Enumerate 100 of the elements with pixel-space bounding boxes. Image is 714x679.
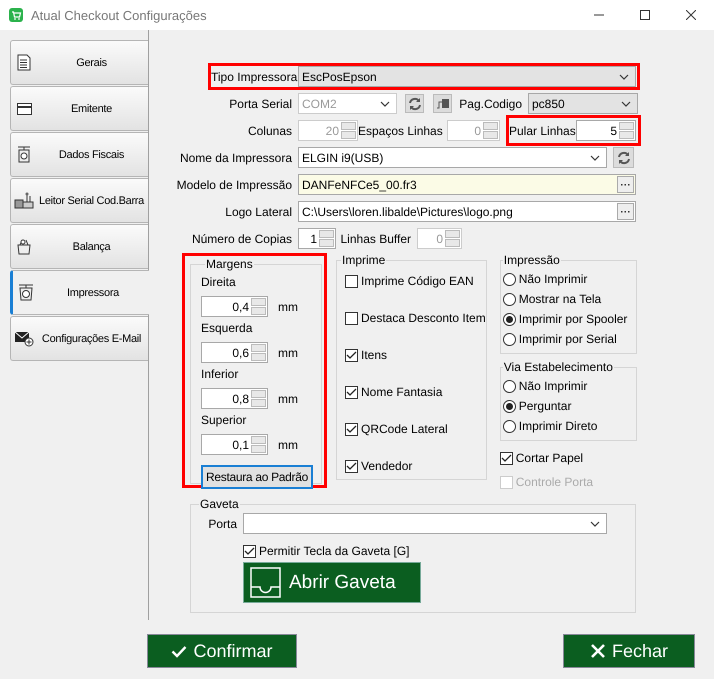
radio-button[interactable] bbox=[502, 332, 516, 346]
spin-arrows-icon bbox=[483, 122, 498, 139]
checkbox-label: Destaca Desconto Item bbox=[361, 311, 486, 325]
close-icon bbox=[590, 643, 606, 659]
logo-path-field[interactable]: C:\Users\loren.libalde\Pictures\logo.png bbox=[298, 201, 636, 222]
spin-arrows-icon bbox=[445, 230, 460, 247]
drawer-icon bbox=[250, 567, 281, 598]
checkbox[interactable] bbox=[345, 422, 358, 436]
basket-icon bbox=[16, 238, 32, 255]
radio-button[interactable] bbox=[502, 292, 516, 306]
spin-arrows-icon bbox=[619, 122, 634, 139]
card-icon bbox=[16, 102, 32, 114]
mail-icon bbox=[14, 330, 34, 347]
group-title: Imprime bbox=[341, 253, 386, 267]
spin-arrows-icon bbox=[251, 436, 266, 453]
spin-arrows-icon bbox=[251, 298, 266, 315]
checkbox[interactable] bbox=[345, 386, 358, 398]
unit-label: mm bbox=[278, 392, 298, 406]
chevron-icon bbox=[590, 520, 600, 526]
refresh-icon bbox=[616, 150, 630, 164]
radio-button[interactable] bbox=[502, 400, 516, 412]
scale-icon bbox=[18, 284, 34, 301]
unit-label: mm bbox=[278, 300, 298, 314]
check-icon bbox=[171, 644, 188, 658]
checkbox[interactable] bbox=[500, 452, 513, 464]
field-label: Inferior bbox=[201, 367, 240, 381]
checkbox-label: Permitir Tecla da Gaveta [G] bbox=[259, 544, 410, 558]
checkbox[interactable] bbox=[345, 312, 358, 324]
printer-type-dropdown[interactable]: EscPosEpson bbox=[298, 66, 636, 87]
field-label: Logo Lateral bbox=[224, 204, 293, 218]
field-label: Modelo de Impressão bbox=[176, 178, 293, 192]
sidebar-tab[interactable]: Emitente bbox=[10, 86, 148, 131]
spin-arrows-icon bbox=[251, 390, 266, 407]
spin-field[interactable]: 0,4 bbox=[201, 296, 268, 317]
group-title: Margens bbox=[205, 257, 254, 271]
spin-arrows-icon bbox=[341, 122, 356, 139]
browse-button[interactable] bbox=[617, 203, 634, 220]
radio-label: Perguntar bbox=[518, 399, 572, 413]
unit-label: mm bbox=[278, 346, 298, 360]
close-button[interactable]: Fechar bbox=[563, 634, 695, 668]
chevron-icon bbox=[380, 100, 390, 106]
window-title: Atual Checkout Configurações bbox=[31, 8, 208, 22]
radio-label: Imprimir por Spooler bbox=[518, 312, 628, 326]
chevron-icon bbox=[619, 74, 629, 80]
field-label: Direita bbox=[201, 275, 237, 289]
printer-name-dropdown[interactable]: ELGIN i9(USB) bbox=[298, 147, 607, 168]
checkbox[interactable] bbox=[243, 544, 256, 558]
group-title: Via Estabelecimento bbox=[502, 360, 614, 374]
checkbox-label: Nome Fantasia bbox=[361, 385, 442, 399]
field-label: Tipo Impressora bbox=[211, 70, 298, 84]
refresh-button[interactable] bbox=[405, 94, 424, 113]
template-field[interactable]: DANFeNFCe5_00.fr3 bbox=[298, 174, 636, 195]
spin-arrows-icon bbox=[319, 230, 334, 247]
checkbox[interactable] bbox=[345, 274, 358, 288]
maximize-icon bbox=[640, 10, 650, 20]
spin-field[interactable]: 5 bbox=[576, 120, 636, 141]
field-label: Nome da Impressora bbox=[178, 150, 293, 164]
code-page-dropdown[interactable]: pc850 bbox=[528, 93, 638, 114]
spin-field[interactable]: 1 bbox=[298, 228, 336, 249]
refresh-button[interactable] bbox=[613, 147, 634, 168]
checkbox-label: QRCode Lateral bbox=[361, 422, 448, 436]
field-label: Porta bbox=[207, 516, 238, 530]
checkbox[interactable] bbox=[345, 348, 358, 362]
sidebar-tab[interactable]: Dados Fiscais bbox=[10, 132, 148, 177]
sidebar-tab[interactable]: Leitor Serial Cod.Barra bbox=[10, 178, 148, 223]
field-label: Porta Serial bbox=[228, 96, 293, 110]
confirm-button[interactable]: Confirmar bbox=[147, 634, 297, 668]
radio-button[interactable] bbox=[502, 312, 516, 326]
field-label: Esquerda bbox=[201, 321, 254, 335]
field-label: Número de Copias bbox=[190, 232, 293, 246]
radio-label: Imprimir Direto bbox=[518, 419, 598, 433]
spin-field[interactable]: 0,8 bbox=[201, 388, 268, 409]
unit-label: mm bbox=[278, 438, 298, 452]
checkbox-label: Cortar Papel bbox=[516, 451, 584, 465]
field-label: Pular Linhas bbox=[509, 124, 576, 138]
group-title: Impressão bbox=[502, 253, 561, 267]
sidebar-tab[interactable]: Configurações E-Mail bbox=[10, 316, 148, 361]
sidebar-tab[interactable]: Impressora bbox=[10, 270, 149, 315]
radio-button[interactable] bbox=[502, 380, 516, 392]
checkbox[interactable] bbox=[345, 460, 358, 472]
open-drawer-button[interactable]: Abrir Gaveta bbox=[243, 562, 421, 603]
radio-label: Não Imprimir bbox=[518, 272, 588, 286]
chevron-icon bbox=[621, 100, 631, 106]
field-label: Pag.Codigo bbox=[458, 96, 523, 110]
spin-field[interactable]: 0,1 bbox=[201, 434, 268, 455]
restore-defaults-button[interactable]: Restaura ao Padrão bbox=[201, 465, 314, 489]
close-icon bbox=[686, 10, 696, 20]
spin-field[interactable]: 0,6 bbox=[201, 342, 268, 363]
sidebar-tab[interactable]: Balança bbox=[10, 224, 148, 269]
radio-button[interactable] bbox=[502, 272, 516, 286]
sidebar-tab[interactable]: Gerais bbox=[10, 40, 148, 85]
browse-button[interactable] bbox=[617, 176, 634, 193]
field-label: Colunas bbox=[246, 124, 293, 138]
port-button[interactable] bbox=[433, 94, 452, 113]
radio-button[interactable] bbox=[502, 420, 516, 432]
radio-label: Não Imprimir bbox=[518, 379, 588, 393]
cart-icon bbox=[9, 8, 23, 22]
chevron-icon bbox=[590, 154, 600, 160]
spin-arrows-icon bbox=[251, 344, 266, 361]
radio-label: Mostrar na Tela bbox=[518, 292, 602, 306]
